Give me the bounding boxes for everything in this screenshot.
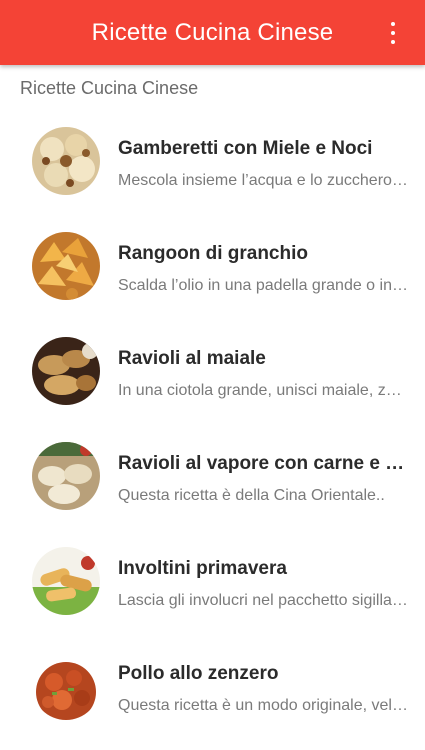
recipe-title: Ravioli al vapore con carne e verdure xyxy=(118,453,410,474)
recipe-subtitle: In una ciotola grande, unisci maiale, ze… xyxy=(118,382,410,399)
recipe-list: Gamberetti con Miele e Noci Mescola insi… xyxy=(0,120,425,750)
recipe-title: Ravioli al maiale xyxy=(118,348,266,369)
recipe-item[interactable]: Rangoon di granchio Scalda l’olio in una… xyxy=(0,225,425,330)
more-vert-icon[interactable] xyxy=(389,22,397,44)
app-title: Ricette Cucina Cinese xyxy=(91,18,334,46)
recipe-item[interactable]: Pollo allo zenzero Questa ricetta è un m… xyxy=(0,645,425,750)
recipe-title: Involtini primavera xyxy=(118,558,287,579)
recipe-title: Pollo allo zenzero xyxy=(118,663,279,684)
recipe-item[interactable]: Gamberetti con Miele e Noci Mescola insi… xyxy=(0,120,425,225)
crab-rangoon-photo xyxy=(32,232,100,300)
recipe-item[interactable]: Involtini primavera Lascia gli involucri… xyxy=(0,540,425,645)
pork-dumplings-photo xyxy=(32,337,100,405)
recipe-item[interactable]: Ravioli al vapore con carne e verdure Qu… xyxy=(0,435,425,540)
recipe-subtitle: Lascia gli involucri nel pacchetto sigil… xyxy=(118,592,410,609)
recipe-title: Rangoon di granchio xyxy=(118,243,308,264)
recipe-subtitle: Questa ricetta è un modo originale, velo… xyxy=(118,697,410,714)
section-header: Ricette Cucina Cinese xyxy=(20,78,199,98)
spring-rolls-photo xyxy=(32,547,100,615)
recipe-subtitle: Mescola insieme l’acqua e lo zucchero in… xyxy=(118,172,410,189)
steamed-dumplings-photo xyxy=(32,442,100,510)
app-bar: Ricette Cucina Cinese xyxy=(0,0,425,65)
recipe-subtitle: Questa ricetta è della Cina Orientale.. xyxy=(118,487,385,504)
ginger-chicken-photo xyxy=(32,652,100,720)
honey-walnut-shrimp-photo xyxy=(32,127,100,195)
recipe-subtitle: Scalda l’olio in una padella grande o in… xyxy=(118,277,410,294)
recipe-item[interactable]: Ravioli al maiale In una ciotola grande,… xyxy=(0,330,425,435)
recipe-title: Gamberetti con Miele e Noci xyxy=(118,138,373,159)
